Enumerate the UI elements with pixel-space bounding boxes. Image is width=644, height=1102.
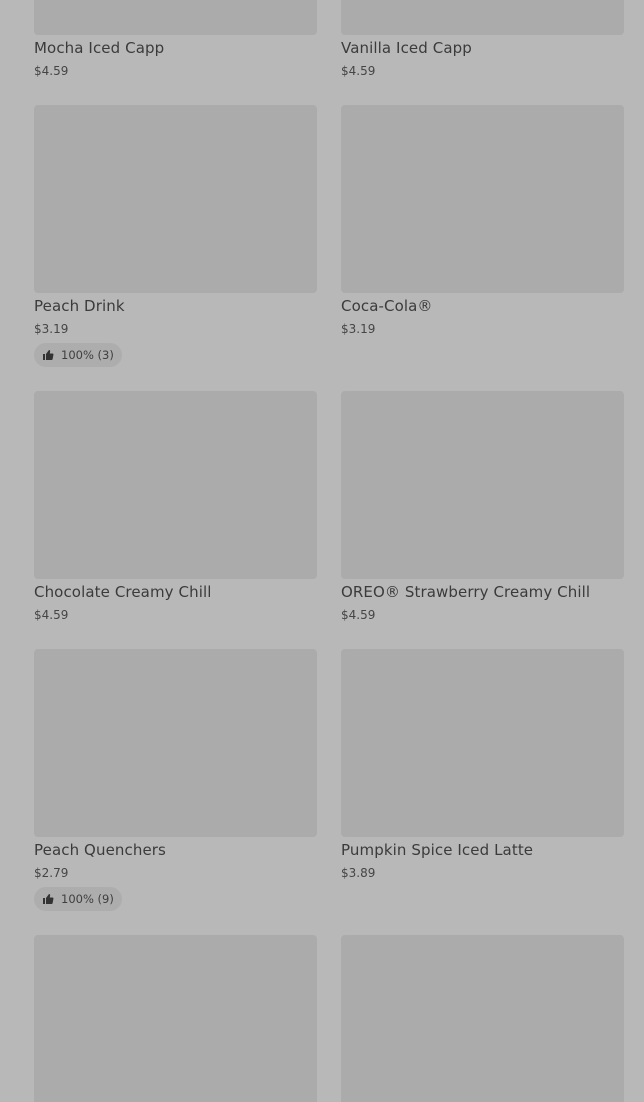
product-image[interactable] bbox=[34, 0, 317, 35]
product-name: OREO® Strawberry Creamy Chill bbox=[341, 583, 591, 601]
product-card[interactable]: Coca-Cola® $3.19 bbox=[341, 105, 624, 336]
product-card[interactable]: Peach Quenchers $2.79 100% (9) bbox=[34, 649, 317, 911]
product-price: $3.19 bbox=[34, 322, 69, 336]
rating-badge: 100% (9) bbox=[34, 887, 122, 911]
product-image[interactable] bbox=[341, 391, 624, 579]
product-image[interactable] bbox=[34, 935, 317, 1102]
product-name: Mocha Iced Capp bbox=[34, 39, 165, 57]
product-card[interactable]: Chocolate Creamy Chill $4.59 bbox=[34, 391, 317, 622]
product-price: $3.89 bbox=[341, 866, 376, 880]
product-image[interactable] bbox=[34, 649, 317, 837]
product-name: Chocolate Creamy Chill bbox=[34, 583, 212, 601]
product-name: Coca-Cola® bbox=[341, 297, 433, 315]
product-image[interactable] bbox=[341, 935, 624, 1102]
product-name: Peach Quenchers bbox=[34, 841, 166, 859]
product-image[interactable] bbox=[34, 105, 317, 293]
product-card[interactable]: Peach Drink $3.19 100% (3) bbox=[34, 105, 317, 367]
thumbs-up-icon bbox=[43, 350, 54, 360]
product-card[interactable]: Pumpkin Spice Iced Latte $3.89 bbox=[341, 649, 624, 880]
rating-text: 100% (3) bbox=[61, 348, 114, 362]
product-grid: Mocha Iced Capp $4.59 Vanilla Iced Capp … bbox=[0, 0, 644, 1102]
product-card[interactable]: Mocha Iced Capp $4.59 bbox=[34, 0, 317, 78]
rating-badge: 100% (3) bbox=[34, 343, 122, 367]
product-price: $2.79 bbox=[34, 866, 69, 880]
product-image[interactable] bbox=[34, 391, 317, 579]
thumbs-up-icon bbox=[43, 894, 54, 904]
product-image[interactable] bbox=[341, 649, 624, 837]
rating-text: 100% (9) bbox=[61, 892, 114, 906]
product-image[interactable] bbox=[341, 105, 624, 293]
product-card[interactable] bbox=[341, 935, 624, 1102]
product-price: $4.59 bbox=[34, 64, 69, 78]
product-price: $4.59 bbox=[341, 64, 376, 78]
product-price: $4.59 bbox=[34, 608, 69, 622]
product-price: $4.59 bbox=[341, 608, 376, 622]
product-card[interactable]: Vanilla Iced Capp $4.59 bbox=[341, 0, 624, 78]
product-name: Peach Drink bbox=[34, 297, 125, 315]
product-price: $3.19 bbox=[341, 322, 376, 336]
product-image[interactable] bbox=[341, 0, 624, 35]
product-name: Vanilla Iced Capp bbox=[341, 39, 472, 57]
product-card[interactable]: OREO® Strawberry Creamy Chill $4.59 bbox=[341, 391, 624, 622]
product-name: Pumpkin Spice Iced Latte bbox=[341, 841, 534, 859]
product-card[interactable] bbox=[34, 935, 317, 1102]
